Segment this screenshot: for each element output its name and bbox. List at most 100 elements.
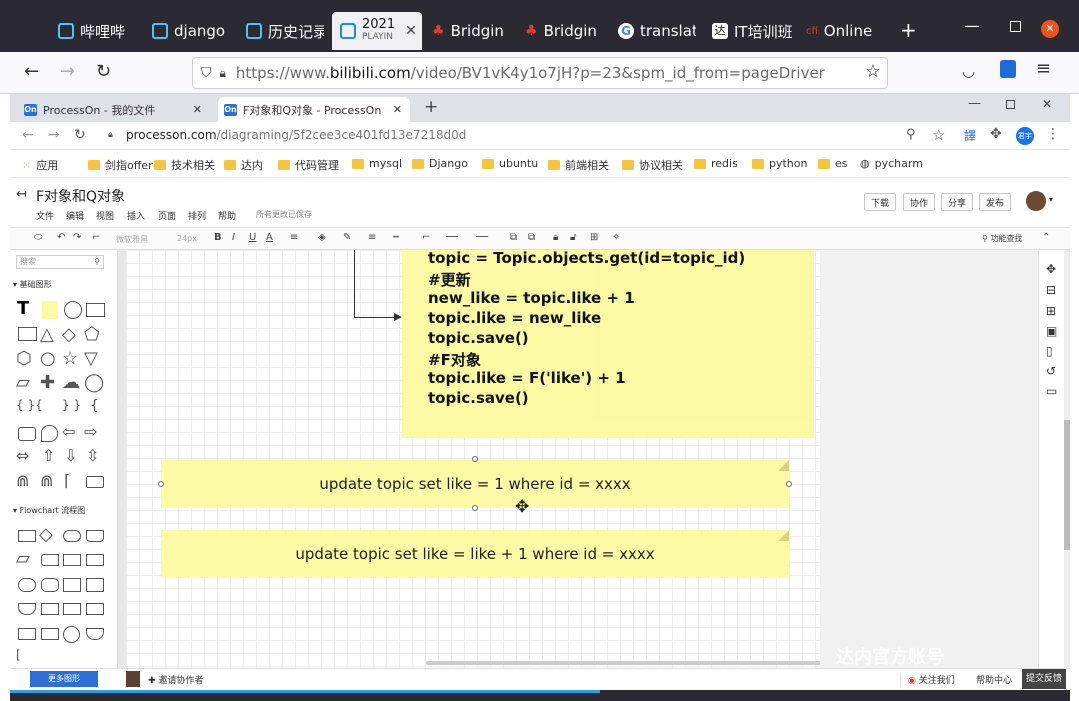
right-arrow-shape-icon[interactable]: ⇨ [84, 422, 97, 441]
connector-line[interactable] [354, 250, 355, 318]
process-shape-icon[interactable] [18, 530, 36, 542]
shapes-panel-scrollbar[interactable] [118, 250, 126, 668]
reload-icon[interactable]: ↻ [74, 127, 86, 143]
follow-us-link[interactable]: ◉ 关注我们 [908, 673, 955, 686]
page-title[interactable]: F对象和Q对象 [36, 186, 125, 206]
triangle-shape-icon[interactable]: △ [40, 324, 54, 345]
new-tab-button[interactable]: + [424, 97, 438, 117]
firefox-tab[interactable]: cfi Online [806, 12, 886, 50]
translate-icon[interactable]: 譯 [964, 127, 976, 144]
firefox-tab[interactable]: G translat [618, 12, 696, 50]
rounded-rect-shape-icon[interactable] [18, 427, 36, 441]
comment-icon[interactable]: ▭ [1046, 384, 1057, 398]
redo-icon[interactable]: ↷ [73, 232, 81, 243]
close-tab-icon[interactable]: ✕ [393, 103, 402, 116]
bookmark-star-icon[interactable]: ☆ [932, 126, 945, 144]
menu-page[interactable]: 页面 [158, 209, 176, 222]
decision-shape-icon[interactable]: ◇ [39, 524, 53, 545]
predefined-shape-icon[interactable] [86, 554, 104, 566]
database-shape-icon[interactable] [41, 578, 59, 592]
chrome-tab-active[interactable]: On F对象和Q对象 - ProcessOn ✕ [218, 97, 410, 122]
magic-wand-icon[interactable]: ✧ [612, 232, 620, 243]
fill-bucket-icon[interactable]: ◈ [318, 232, 326, 243]
rectangle-shape-icon[interactable] [86, 303, 105, 317]
undo-icon[interactable]: ↶ [57, 232, 65, 243]
cross-shape-icon[interactable]: ✚ [40, 372, 55, 393]
history-icon[interactable]: ↺ [1046, 364, 1056, 378]
bookmark-folder[interactable]: mysql [352, 157, 402, 170]
scroll-thumb[interactable] [1064, 420, 1070, 550]
bookmark-folder[interactable]: 技术相关 [154, 157, 215, 173]
menu-file[interactable]: 文件 [36, 209, 54, 222]
section-basic-shapes[interactable]: ▾ 基础图形 [13, 279, 52, 290]
manual-input-shape-icon[interactable] [18, 628, 36, 640]
card-shape-icon[interactable] [86, 578, 104, 592]
share-button[interactable]: 分享 [941, 193, 973, 211]
bookmark-folder[interactable]: 协议相关 [622, 157, 683, 173]
rect-rounded-shape-icon[interactable] [86, 476, 104, 488]
prep-shape-icon[interactable] [63, 603, 81, 615]
chrome-tab[interactable]: On ProcessOn - 我的文件 ✕ [18, 97, 210, 122]
hamburger-menu-icon[interactable]: ≡ [1036, 58, 1051, 79]
section-flowchart[interactable]: ▾ Flowchart 流程图 [13, 505, 85, 516]
line-start-icon[interactable]: ── [446, 232, 458, 243]
firefox-tab[interactable]: 达 IT培训班 [712, 12, 796, 50]
firefox-tab-active[interactable]: 2021 PLAYIN ✕ [332, 12, 422, 50]
group-icon[interactable]: ⊞ [590, 232, 598, 243]
zoom-search-icon[interactable]: ⚲ [906, 127, 916, 142]
firefox-tab[interactable]: ♣ Bridgin [432, 12, 512, 50]
close-window-button[interactable]: ✕ [1042, 97, 1052, 111]
page-scrollbar[interactable] [1064, 250, 1070, 668]
data-attr-icon[interactable]: ⊞ [1046, 304, 1056, 318]
firefox-tab[interactable]: ♣ Bridgin [525, 12, 605, 50]
resize-handle[interactable] [472, 505, 478, 511]
line-color-icon[interactable]: ✎ [343, 232, 351, 243]
offpage-shape-icon[interactable] [86, 628, 104, 640]
shape-search-input[interactable]: 搜索 ⚲ [16, 255, 104, 269]
kebab-menu-icon[interactable]: ⋮ [1046, 126, 1060, 142]
more-shapes-button[interactable]: 更多图形 [30, 671, 98, 687]
avatar[interactable] [1026, 191, 1046, 211]
firefox-tab[interactable]: django [152, 12, 232, 50]
chrome-url[interactable]: processon.com/diagraming/5f2cee3ce401fd1… [126, 128, 466, 142]
maximize-button[interactable] [1010, 21, 1021, 32]
pocket-icon[interactable]: ◡ [962, 62, 975, 80]
menu-insert[interactable]: 插入 [127, 209, 145, 222]
teardrop-shape-icon[interactable] [41, 425, 58, 442]
up-arrow-shape-icon[interactable]: ⇧ [42, 446, 55, 465]
close-tab-icon[interactable]: ✕ [405, 23, 417, 39]
bookmark-folder[interactable]: Django [412, 157, 468, 170]
bookmark-star-icon[interactable]: ☆ [865, 61, 881, 82]
feature-search[interactable]: ⚲ 功能查找 [982, 233, 1022, 244]
font-color-icon[interactable]: A [266, 232, 273, 243]
forward-arrow-icon[interactable]: → [48, 127, 60, 143]
text-shape-icon[interactable]: T [17, 298, 29, 319]
bookmark-folder[interactable]: redis [694, 157, 738, 170]
bookmark-folder[interactable]: ubuntu [482, 157, 538, 170]
collaborate-button[interactable]: 协作 [903, 193, 935, 211]
page-setup-icon[interactable]: ▣ [1046, 324, 1057, 338]
video-progress-bar[interactable] [10, 690, 600, 693]
font-family-select[interactable]: 微软雅黑 [116, 234, 148, 245]
font-size-select[interactable]: 24px [177, 234, 197, 243]
annotation-shape-icon[interactable] [41, 628, 59, 640]
diamond-shape-icon[interactable]: ◇ [62, 324, 76, 345]
align-icon[interactable]: ≡ [290, 232, 298, 243]
pentagon-shape-icon[interactable]: ⬠ [84, 324, 100, 345]
invite-collaborator[interactable]: ✚ 邀请协作者 [148, 673, 203, 686]
underline-icon[interactable]: U [249, 232, 256, 243]
unlock-icon[interactable]: 🔓︎ [570, 232, 576, 243]
u-shape-icon[interactable]: ⋒ [16, 471, 29, 490]
new-tab-button[interactable]: + [900, 18, 917, 42]
firefox-tab[interactable]: 历史记录 [246, 12, 324, 50]
parallelogram-shape-icon[interactable]: ▱ [16, 372, 30, 393]
bracket-shape-icon[interactable]: [ [16, 648, 21, 662]
document-shape-icon[interactable] [86, 530, 104, 542]
page-icon[interactable]: ▯ [1046, 344, 1053, 358]
bookmark-folder[interactable]: python [752, 157, 807, 170]
line-style-icon[interactable]: ┅ [393, 232, 399, 243]
menu-view[interactable]: 视图 [96, 209, 114, 222]
format-icon[interactable]: ⊟ [1046, 283, 1056, 297]
restore-button[interactable] [1006, 100, 1015, 109]
hexagon-shape-icon[interactable]: ⬡ [16, 348, 32, 369]
